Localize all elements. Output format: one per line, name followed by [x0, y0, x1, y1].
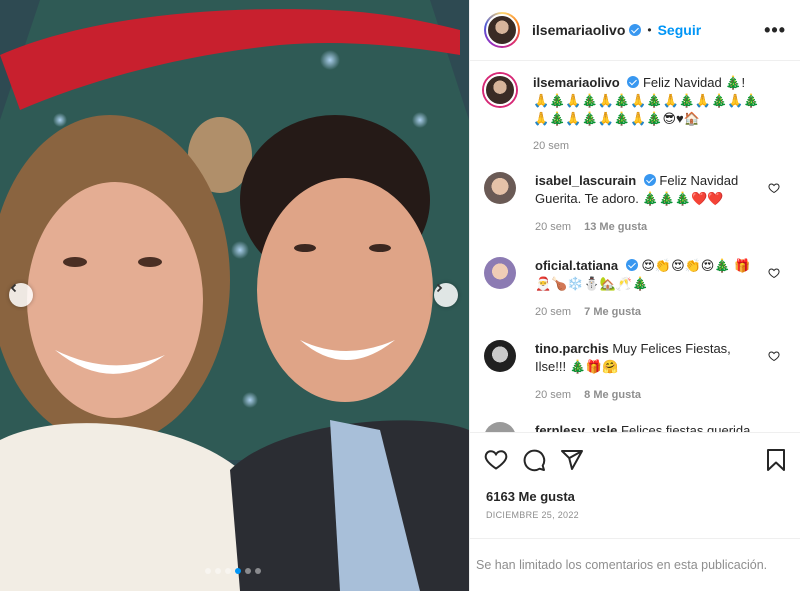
carousel-dot	[205, 568, 211, 574]
comment-likes[interactable]: 8 Me gusta	[584, 389, 641, 401]
post-photo	[0, 0, 469, 591]
comment-meta: 20 sem 13 Me gusta	[535, 218, 765, 236]
chevron-left-icon	[10, 283, 17, 293]
carousel-dot	[225, 568, 231, 574]
caption-username[interactable]: ilsemariaolivo	[533, 75, 620, 90]
comment-text: Felices fiestas querida	[621, 423, 751, 432]
verified-icon	[643, 174, 656, 186]
comment-age: 20 sem	[535, 221, 572, 233]
commenter-avatar[interactable]	[484, 422, 516, 432]
likes-count[interactable]: 6163 Me gusta	[470, 489, 800, 504]
share-icon	[561, 450, 583, 470]
verified-icon	[629, 24, 642, 36]
author-avatar[interactable]	[484, 12, 520, 48]
author-username[interactable]: ilsemariaolivo	[532, 22, 625, 38]
comment-item: oficial.tatiana 😍👏😍👏😍🎄 🎁🎅🍗❄️⛄🏡🥂🎄 20 sem …	[484, 257, 794, 321]
verified-icon	[625, 259, 638, 271]
post-actions: 6163 Me gusta DICIEMBRE 25, 2022	[470, 432, 800, 536]
separator: •	[647, 23, 652, 37]
comment-meta: 20 sem 8 Me gusta	[535, 386, 765, 404]
save-button[interactable]	[765, 448, 787, 472]
heart-icon	[484, 450, 508, 470]
carousel-next-button[interactable]	[434, 283, 458, 307]
carousel-dot	[215, 568, 221, 574]
carousel-dot	[245, 568, 251, 574]
comment-item: isabel_lascurain Feliz Navidad Guerita. …	[484, 172, 794, 236]
photo-image	[0, 0, 469, 591]
heart-icon[interactable]	[768, 182, 780, 194]
caption: ilsemariaolivo Feliz Navidad 🎄! 🙏🎄🙏🎄🙏🎄🙏🎄…	[484, 74, 794, 155]
chevron-right-icon	[436, 283, 443, 293]
author-avatar-small[interactable]	[484, 74, 516, 106]
commenter-avatar[interactable]	[484, 340, 516, 372]
commenter-avatar[interactable]	[484, 172, 516, 204]
comment-username[interactable]: tino.parchis	[535, 341, 609, 356]
carousel-prev-button[interactable]	[9, 283, 33, 307]
carousel-dot	[235, 568, 241, 574]
caption-age: 20 sem	[533, 140, 570, 152]
comments-list[interactable]: ilsemariaolivo Feliz Navidad 🎄! 🙏🎄🙏🎄🙏🎄🙏🎄…	[470, 62, 800, 432]
comment-age: 20 sem	[535, 389, 572, 401]
comment-button[interactable]	[522, 448, 546, 472]
commenter-avatar[interactable]	[484, 257, 516, 289]
caption-meta: 20 sem	[533, 137, 763, 155]
comment-likes[interactable]: 13 Me gusta	[584, 221, 647, 233]
post-panel: ilsemariaolivo • Seguir ••• ilsemariaoli…	[469, 0, 800, 591]
share-button[interactable]	[560, 448, 584, 472]
comment-item: fernlesv_ysle Felices fiestas querida	[484, 422, 794, 432]
carousel-indicator	[205, 568, 261, 574]
post-date: DICIEMBRE 25, 2022	[486, 510, 579, 520]
comment-username[interactable]: isabel_lascurain	[535, 173, 636, 188]
verified-icon	[627, 76, 640, 88]
more-options-button[interactable]: •••	[764, 20, 786, 41]
comment-username[interactable]: fernlesv_ysle	[535, 423, 617, 432]
comment-age: 20 sem	[535, 306, 572, 318]
comments-limited-notice: Se han limitado los comentarios en esta …	[470, 538, 800, 591]
post-header: ilsemariaolivo • Seguir •••	[470, 0, 800, 61]
bookmark-icon	[767, 449, 785, 471]
heart-icon[interactable]	[768, 350, 780, 362]
comment-item: tino.parchis Muy Felices Fiestas, Ilse!!…	[484, 340, 794, 404]
comment-meta: 20 sem 7 Me gusta	[535, 303, 765, 321]
heart-icon[interactable]	[768, 267, 780, 279]
comment-icon	[523, 449, 546, 472]
comment-username[interactable]: oficial.tatiana	[535, 258, 618, 273]
carousel-dot	[255, 568, 261, 574]
comment-likes[interactable]: 7 Me gusta	[584, 306, 641, 318]
follow-button[interactable]: Seguir	[658, 22, 702, 38]
like-button[interactable]	[484, 448, 508, 472]
